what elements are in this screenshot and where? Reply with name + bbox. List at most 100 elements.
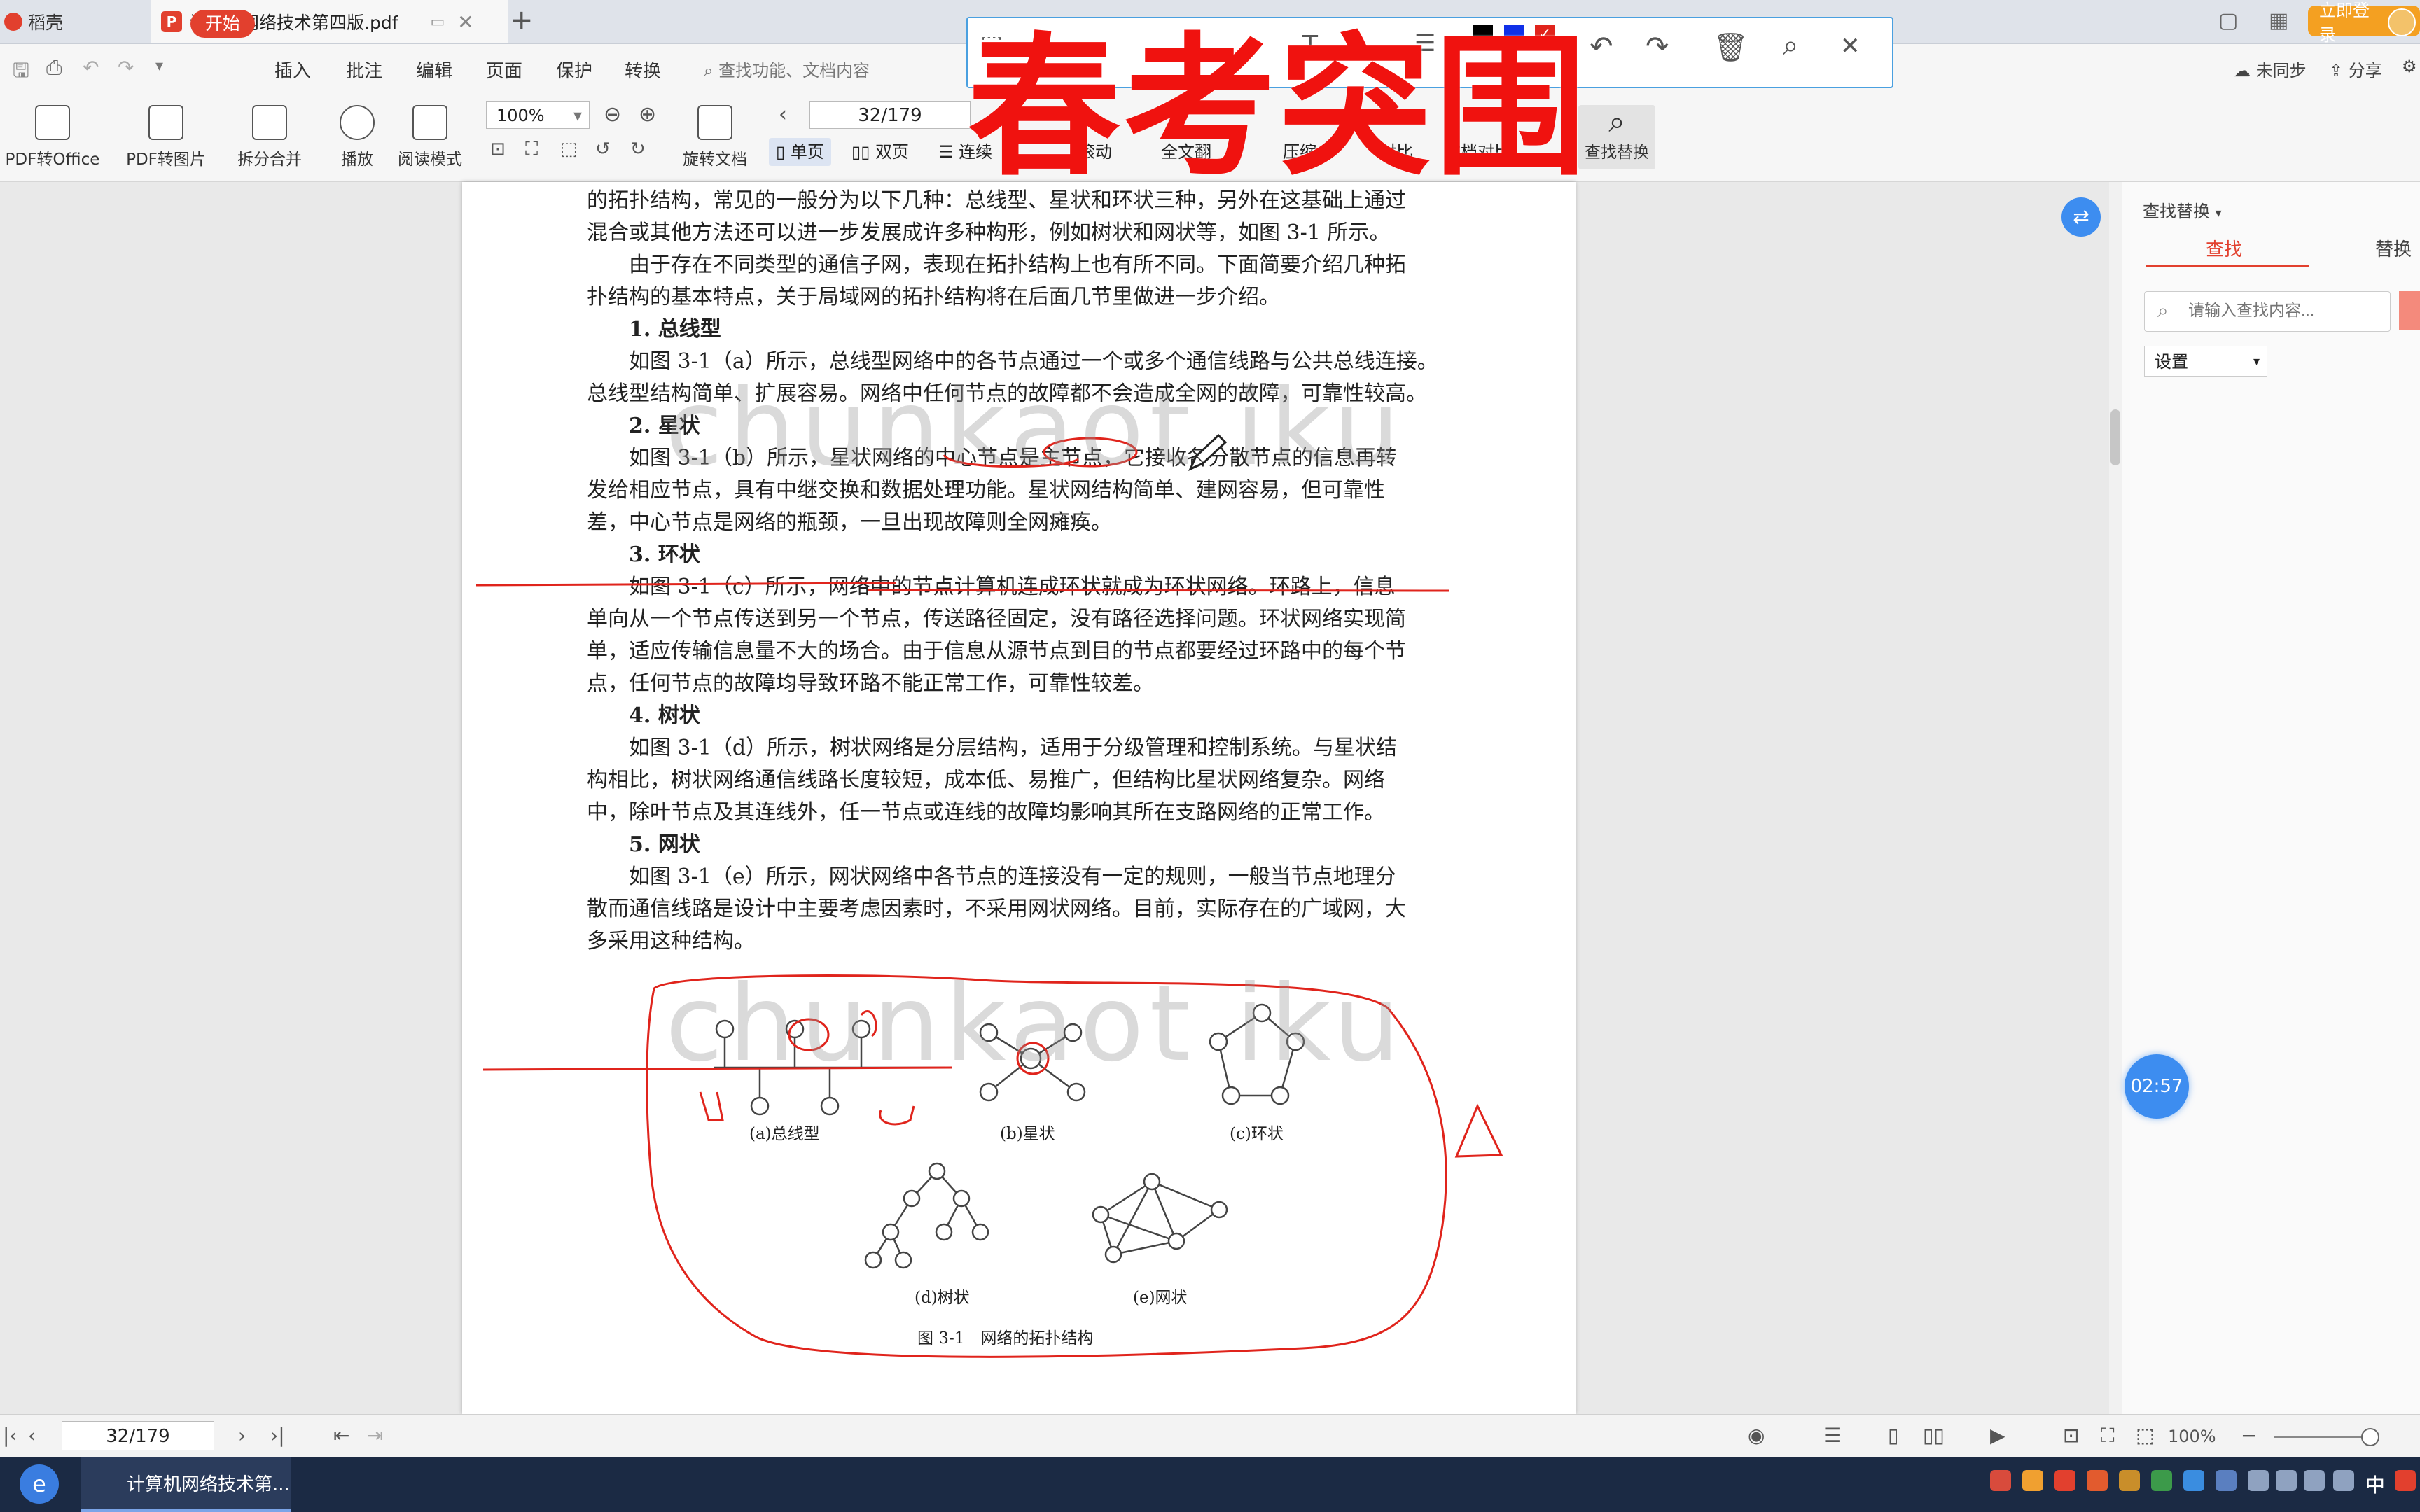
settings-gear-icon[interactable]: ⚙ — [2402, 57, 2417, 76]
zoom-slider[interactable] — [2274, 1436, 2372, 1438]
print-icon[interactable]: ⎙ — [46, 56, 62, 80]
page-scrollbar[interactable] — [2109, 182, 2122, 1414]
back-icon[interactable]: ⇤ — [333, 1424, 349, 1447]
underline-bus — [475, 582, 1450, 592]
tray-wifi-icon[interactable] — [2248, 1470, 2269, 1491]
menu-edit[interactable]: 编辑 — [416, 57, 452, 83]
magnifier-icon[interactable]: ⌕ — [1783, 29, 1798, 62]
zoom-select[interactable]: 100% ▾ — [486, 101, 590, 129]
sync-status[interactable]: ☁ 未同步 — [2234, 57, 2307, 81]
menu-annotate[interactable]: 批注 — [346, 57, 382, 83]
status-page-input[interactable]: 32/179 — [62, 1421, 214, 1450]
tray-app-icon[interactable] — [1990, 1470, 2011, 1491]
rotate-right-icon[interactable]: ↻ — [630, 139, 646, 160]
play-icon — [340, 105, 375, 140]
chevron-down-icon: ▾ — [573, 106, 582, 125]
panel-title[interactable]: 查找替换 ▾ — [2143, 197, 2222, 222]
actual-size-icon[interactable]: ⊡ — [490, 139, 506, 160]
zoom-slider-knob[interactable] — [2361, 1428, 2379, 1446]
save-icon[interactable]: 🖫 — [13, 56, 29, 90]
feature-search[interactable]: ⌕ 查找功能、文档内容 — [704, 57, 870, 81]
browser-icon[interactable]: e — [20, 1464, 59, 1504]
tab-pin-icon[interactable]: ▭ — [431, 13, 445, 31]
double-view-icon[interactable]: ▯▯ — [1923, 1424, 1945, 1447]
tray-app-icon[interactable] — [2087, 1470, 2108, 1491]
close-toolbar-icon[interactable]: ✕ — [1840, 32, 1861, 60]
tray-shield-icon[interactable] — [2151, 1470, 2172, 1491]
single-page-button[interactable]: ▯ 单页 — [769, 138, 831, 166]
fit-page-icon[interactable]: ⛶ — [525, 139, 538, 160]
fit-width-icon[interactable]: ⬚ — [560, 139, 578, 160]
fit-page-status-icon[interactable]: ⛶ — [2101, 1424, 2115, 1448]
menu-protect[interactable]: 保护 — [556, 57, 592, 83]
tray-volume-icon[interactable] — [2333, 1470, 2354, 1491]
actual-size-status-icon[interactable]: ⊡ — [2063, 1424, 2079, 1447]
play-slideshow-icon[interactable]: ▶ — [1990, 1424, 2005, 1447]
zoom-out-icon[interactable]: ⊖ — [604, 102, 621, 127]
find-input-box[interactable]: ⌕ — [2144, 291, 2391, 332]
prev-page-icon[interactable]: ‹ — [28, 1424, 36, 1447]
find-submit-button[interactable] — [2399, 291, 2420, 330]
timer-badge[interactable]: 02:57 — [2125, 1054, 2189, 1119]
eye-protect-icon[interactable]: ◉ — [1748, 1424, 1765, 1447]
play-button[interactable]: 播放 — [329, 105, 385, 169]
read-mode-label: 阅读模式 — [398, 150, 462, 169]
redo-icon[interactable]: ↷ — [118, 56, 134, 79]
last-page-icon[interactable]: ›| — [270, 1424, 285, 1447]
scrollbar-thumb[interactable] — [2110, 410, 2120, 465]
pdf-to-image-button[interactable]: PDF转图片 — [120, 105, 211, 169]
double-page-button[interactable]: ▯▯ 双页 — [844, 138, 916, 166]
next-page-icon[interactable]: › — [238, 1424, 246, 1447]
first-page-icon[interactable]: |‹ — [3, 1424, 18, 1447]
input-language[interactable]: 中 — [2365, 1470, 2385, 1498]
tab-find[interactable]: 查找 — [2206, 235, 2242, 261]
topology-figure — [475, 433, 1503, 1358]
split-merge-button[interactable]: 拆分合并 — [224, 105, 315, 169]
pdf-to-image-label: PDF转图片 — [126, 150, 206, 169]
find-settings-select[interactable]: 设置 ▾ — [2144, 346, 2267, 377]
zoom-in-icon[interactable]: ⊕ — [639, 102, 656, 127]
share-button[interactable]: ⇪ 分享 — [2329, 57, 2382, 81]
menu-insert[interactable]: 插入 — [274, 57, 311, 83]
undo-stroke-icon[interactable]: ↶ — [1590, 31, 1613, 63]
menu-convert[interactable]: 转换 — [625, 57, 661, 83]
taskbar-app[interactable]: 计算机网络技术第... — [81, 1457, 291, 1512]
quick-access-dropdown-icon[interactable]: ▾ — [155, 57, 163, 75]
tray-app-icon[interactable] — [2216, 1470, 2237, 1491]
prev-page-icon[interactable]: ‹ — [779, 102, 787, 127]
continuous-view-icon[interactable]: ☰ — [1823, 1424, 1841, 1447]
rotate-left-icon[interactable]: ↺ — [595, 139, 611, 160]
avatar[interactable] — [2388, 8, 2416, 36]
status-zoom[interactable]: 100% — [2168, 1427, 2216, 1446]
tray-app-icon[interactable] — [2119, 1470, 2140, 1491]
tab-close-icon[interactable]: ✕ — [457, 10, 473, 34]
find-replace-button[interactable]: ⌕ 查找替换 — [1578, 105, 1655, 169]
apps-grid-icon[interactable]: ▦ — [2269, 8, 2288, 33]
floating-translate-icon[interactable]: ⇄ — [2061, 197, 2101, 237]
redo-stroke-icon[interactable]: ↷ — [1646, 31, 1669, 63]
tray-app-icon[interactable] — [2022, 1470, 2043, 1491]
new-tab-icon[interactable]: + — [510, 4, 534, 36]
tab-docer[interactable]: 稻壳 — [0, 0, 155, 43]
tray-mic-icon[interactable] — [2276, 1470, 2297, 1491]
tray-ime-icon[interactable] — [2395, 1470, 2416, 1491]
find-input[interactable] — [2187, 300, 2379, 321]
single-view-icon[interactable]: ▯ — [1888, 1424, 1898, 1447]
tray-wps-icon[interactable] — [2054, 1470, 2075, 1491]
menu-start[interactable]: 开始 — [190, 10, 255, 38]
tray-app-icon[interactable] — [2183, 1470, 2204, 1491]
rotate-document-button[interactable]: 旋转文档 — [676, 105, 753, 169]
tab-replace[interactable]: 替换 — [2375, 235, 2412, 261]
forward-icon[interactable]: ⇥ — [367, 1424, 383, 1447]
undo-icon[interactable]: ↶ — [83, 56, 99, 79]
read-mode-button[interactable]: 阅读模式 — [394, 105, 466, 169]
tray-network-icon[interactable] — [2304, 1470, 2325, 1491]
single-page-label: 单页 — [790, 142, 824, 162]
page-number-input[interactable]: 32/179 — [809, 101, 971, 129]
zoom-out-icon[interactable]: − — [2241, 1424, 2257, 1447]
fit-width-status-icon[interactable]: ⬚ — [2136, 1424, 2154, 1447]
trash-icon[interactable]: 🗑 — [1713, 31, 1748, 64]
layout-icon[interactable]: ▢ — [2218, 8, 2238, 33]
menu-page[interactable]: 页面 — [486, 57, 522, 83]
pdf-to-office-button[interactable]: PDF转Office — [0, 105, 105, 169]
